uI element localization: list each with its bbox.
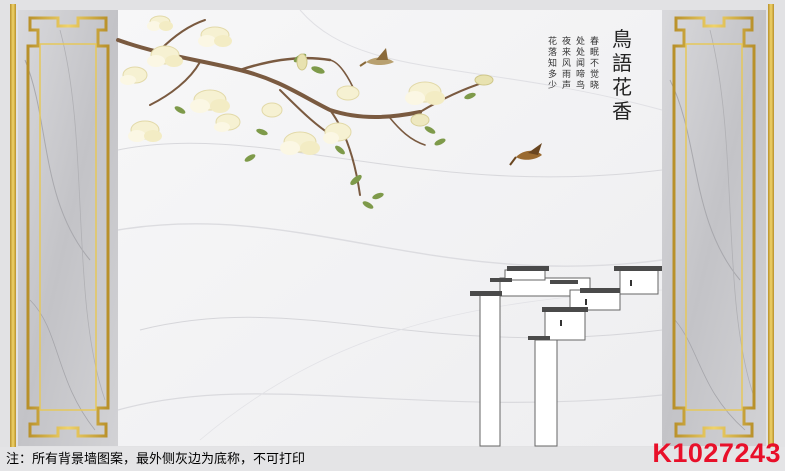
product-code: K1027243 bbox=[652, 438, 781, 468]
right-marble-panel bbox=[662, 10, 766, 446]
calligraphy-title-char-4: 香 bbox=[612, 99, 632, 123]
mural-canvas: 鳥 語 花 香 春眠不觉晓处处闻啼鸟夜来风雨声花落知多少 bbox=[0, 0, 785, 447]
footer-note: 注：所有背景墙图案，最外侧灰边为底称，不可打印 bbox=[6, 452, 306, 467]
left-marble-panel bbox=[18, 10, 118, 446]
poem-line-3: 夜来风雨声 bbox=[562, 35, 571, 91]
poem-line-2: 处处闻啼鸟 bbox=[576, 35, 585, 91]
calligraphy-title-char-2: 語 bbox=[612, 51, 632, 75]
right-gold-edge bbox=[768, 4, 774, 447]
calligraphy-title-char-1: 鳥 bbox=[612, 27, 632, 51]
left-gold-edge bbox=[10, 4, 16, 447]
calligraphy-title-char-3: 花 bbox=[612, 75, 632, 99]
poem-line-1: 春眠不觉晓 bbox=[590, 35, 599, 91]
mural-stage: 鳥 語 花 香 春眠不觉晓 处处闻啼鸟 夜来风雨声 花落知多少 注：所有背景墙图案，最… bbox=[0, 0, 785, 471]
poem-line-4: 花落知多少 bbox=[548, 35, 557, 91]
